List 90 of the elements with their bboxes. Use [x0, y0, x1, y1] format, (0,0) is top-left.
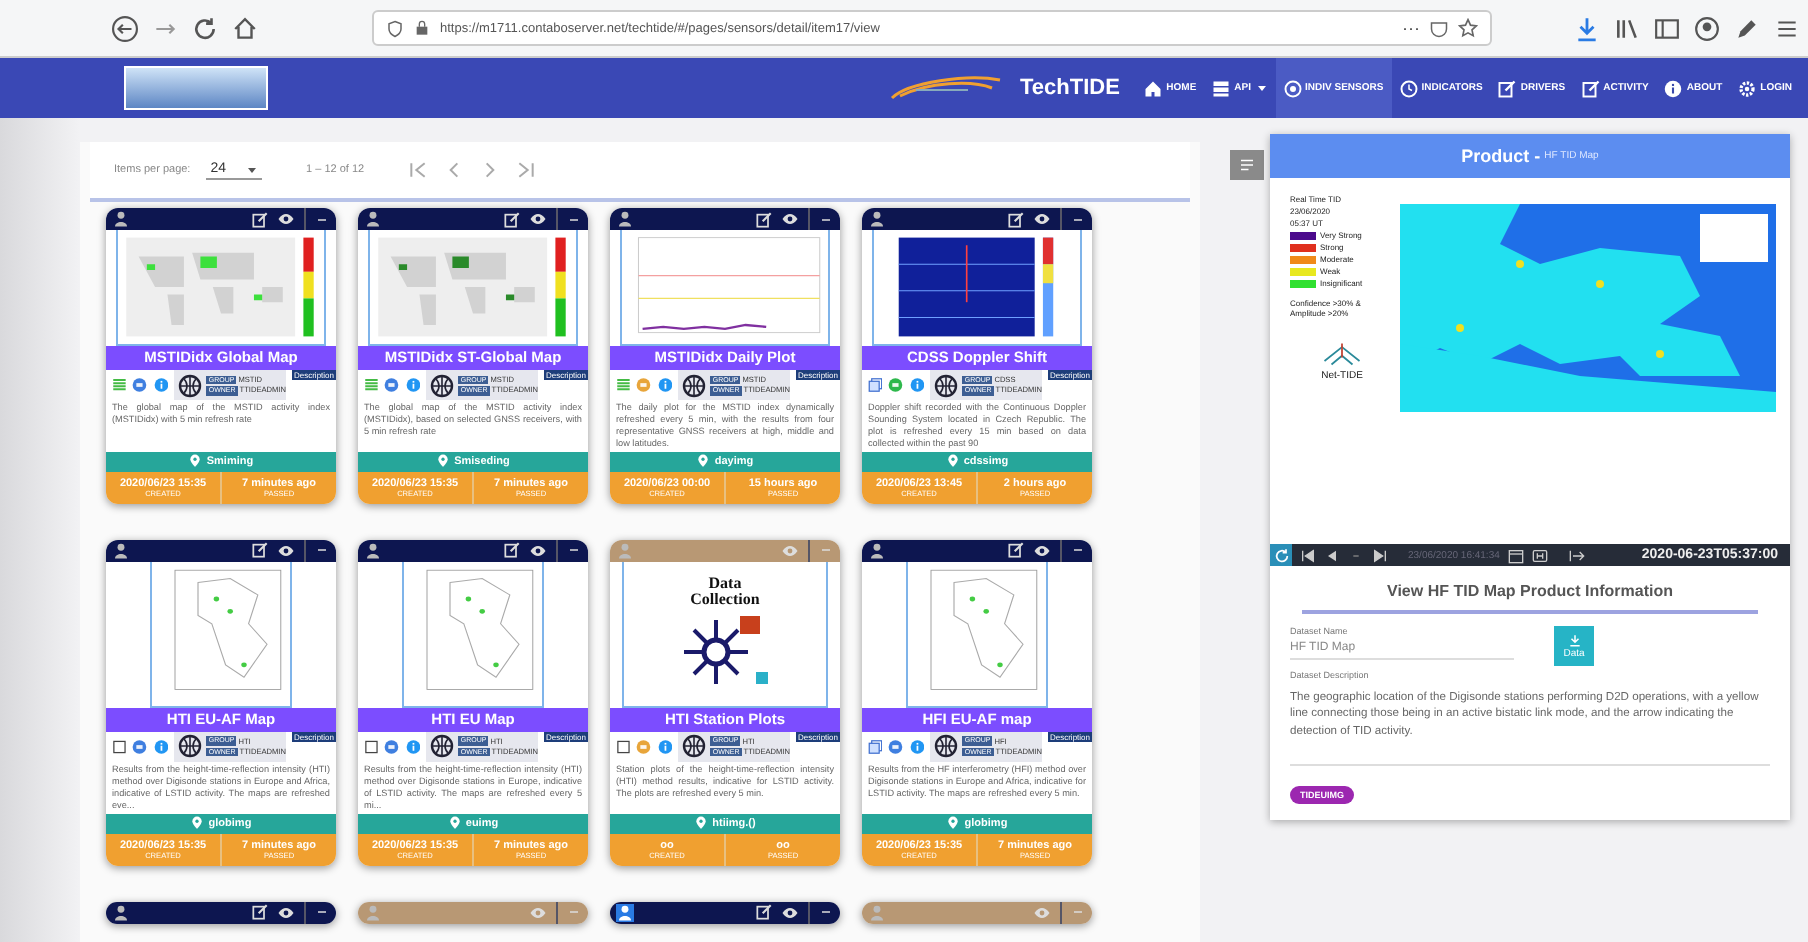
brand-name[interactable]: TechTIDE: [1020, 76, 1120, 100]
globe-icon: [682, 734, 707, 759]
checkbox-icon[interactable]: [112, 735, 127, 758]
edit-icon[interactable]: [504, 542, 520, 559]
eye-icon[interactable]: [276, 210, 296, 228]
panel-toggle-button[interactable]: [1230, 150, 1264, 180]
eye-icon[interactable]: [780, 210, 800, 228]
library-icon[interactable]: [1614, 15, 1640, 41]
edit-icon[interactable]: [252, 904, 268, 921]
user-icon[interactable]: [364, 541, 382, 560]
user-icon[interactable]: [112, 541, 130, 560]
account-icon[interactable]: [1694, 15, 1720, 41]
back-icon[interactable]: [112, 15, 138, 41]
info-icon[interactable]: [153, 735, 169, 758]
page-actions-menu[interactable]: ···: [1402, 18, 1420, 38]
user-icon[interactable]: [868, 541, 886, 560]
previous-frame-icon[interactable]: [1324, 547, 1340, 563]
target-icon: [1283, 79, 1302, 97]
edit-icon[interactable]: [756, 211, 772, 227]
info-icon[interactable]: [909, 735, 925, 758]
copy-icon[interactable]: [868, 374, 883, 396]
info-icon[interactable]: [405, 735, 421, 758]
eye-icon[interactable]: [276, 541, 296, 560]
globe-icon: [934, 373, 959, 397]
info-icon[interactable]: [909, 374, 925, 396]
sidebar-icon[interactable]: [1654, 15, 1680, 41]
user-icon[interactable]: [616, 903, 634, 922]
gear-icon: [1738, 79, 1757, 97]
eye-icon[interactable]: [1032, 541, 1052, 560]
list-icon: [1238, 156, 1256, 174]
home-icon[interactable]: [232, 15, 258, 41]
refresh-icon: [1273, 547, 1289, 563]
edit-icon[interactable]: [504, 211, 520, 227]
pen-icon[interactable]: [1734, 15, 1760, 41]
edit-icon[interactable]: [252, 542, 268, 559]
user-icon[interactable]: [112, 210, 130, 228]
globe-icon: [178, 373, 203, 397]
first-frame-icon[interactable]: [1300, 547, 1316, 563]
checkbox-icon[interactable]: [616, 735, 631, 758]
menu-icon[interactable]: [1774, 15, 1800, 41]
info-icon: [1664, 79, 1683, 97]
user-icon[interactable]: [112, 903, 130, 922]
globe-icon: [682, 373, 707, 397]
hour-icon[interactable]: [1531, 547, 1548, 563]
shield-icon: [386, 19, 404, 37]
info-icon[interactable]: [405, 374, 421, 396]
image-caption: Data: [708, 575, 742, 592]
eye-icon[interactable]: [780, 903, 800, 922]
home-icon: [1144, 79, 1163, 97]
globe-icon: [430, 734, 455, 759]
net-tide-logo-icon: [1320, 340, 1364, 368]
eye-icon[interactable]: [276, 903, 296, 922]
download-icon[interactable]: [1574, 15, 1600, 41]
pocket-icon[interactable]: [1430, 19, 1448, 37]
globe-icon: [430, 373, 455, 397]
edit-icon[interactable]: [252, 211, 268, 227]
calendar-icon[interactable]: [1507, 547, 1524, 563]
user-icon[interactable]: [364, 210, 382, 228]
info-icon[interactable]: [657, 735, 673, 758]
image-caption: Collection: [690, 591, 760, 608]
user-icon[interactable]: [616, 210, 634, 228]
eye-icon[interactable]: [528, 210, 548, 228]
product-title: Product -: [1461, 146, 1541, 166]
refresh-button[interactable]: [1270, 544, 1292, 566]
user-icon[interactable]: [868, 210, 886, 228]
edit-icon: [1581, 79, 1600, 97]
caret-icon: [1255, 82, 1268, 94]
info-title: View HF TID Map Product Information: [1302, 566, 1758, 614]
lock-icon: [414, 20, 430, 36]
eye-icon[interactable]: [528, 541, 548, 560]
checkbox-icon[interactable]: [364, 735, 379, 758]
next-frame-icon[interactable]: [1372, 547, 1388, 563]
edit-icon[interactable]: [1008, 542, 1024, 559]
info-icon[interactable]: [657, 374, 673, 396]
download-icon: [1567, 633, 1581, 647]
star-icon[interactable]: [1458, 18, 1478, 38]
info-icon[interactable]: [153, 374, 169, 396]
globe-icon: [178, 734, 203, 759]
api-icon: [1212, 79, 1231, 97]
globe-icon: [934, 734, 959, 759]
jump-to-icon[interactable]: [1567, 547, 1586, 563]
reload-icon[interactable]: [192, 15, 218, 41]
event-logo-image: [124, 66, 268, 110]
edit-icon[interactable]: [1008, 211, 1024, 227]
eye-icon[interactable]: [1032, 210, 1052, 228]
edit-icon[interactable]: [756, 904, 772, 921]
clock-icon: [1399, 79, 1418, 97]
edit-icon: [1498, 79, 1517, 97]
caret-icon: [246, 163, 259, 175]
copy-icon[interactable]: [868, 735, 883, 758]
